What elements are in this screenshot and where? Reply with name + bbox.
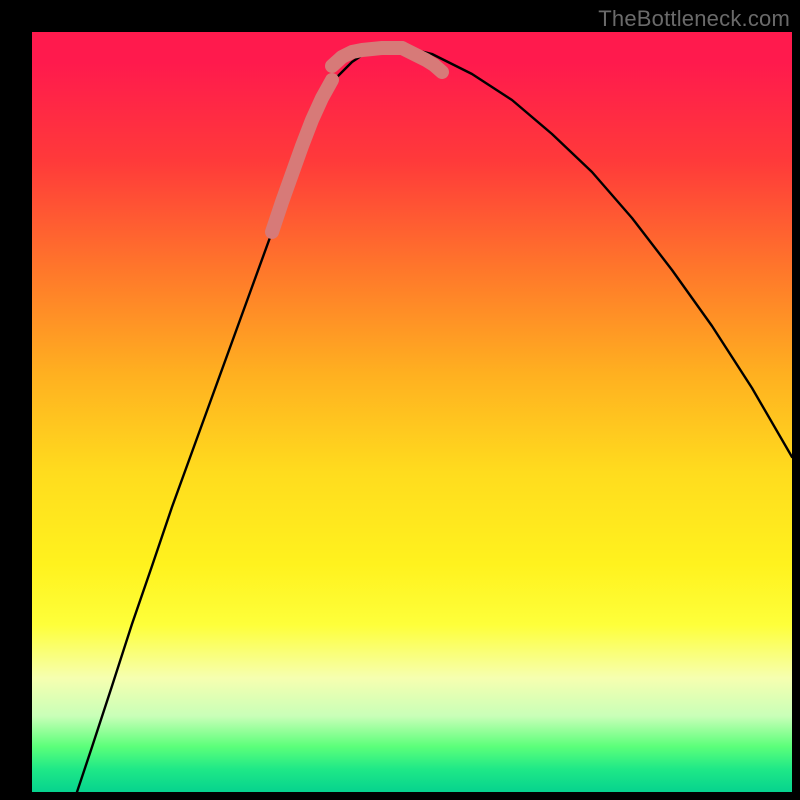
v-curve [77,47,792,792]
curve-svg [32,32,792,792]
plot-area [32,32,792,792]
highlight-right [402,48,442,72]
chart-frame: TheBottleneck.com [0,0,800,800]
watermark-text: TheBottleneck.com [598,6,790,32]
highlight-left [272,80,332,232]
highlight-valley [332,48,402,66]
